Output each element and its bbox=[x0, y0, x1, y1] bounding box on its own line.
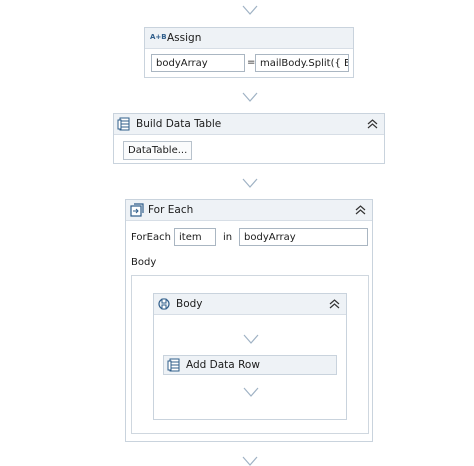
collapse-icon[interactable] bbox=[355, 205, 366, 215]
for-each-activity[interactable]: For Each ForEach item in bodyArray Body … bbox=[125, 199, 373, 442]
body-sequence[interactable]: Body Add Data Row bbox=[153, 293, 347, 420]
for-each-title: For Each bbox=[148, 204, 194, 216]
assign-icon: A+B bbox=[150, 33, 167, 41]
assign-to-field[interactable]: bodyArray bbox=[151, 54, 245, 72]
collapse-icon[interactable] bbox=[367, 119, 378, 129]
foreach-icon bbox=[130, 203, 144, 220]
in-label: in bbox=[223, 232, 233, 243]
build-data-table-header[interactable]: Build Data Table bbox=[114, 114, 384, 135]
collapse-icon[interactable] bbox=[329, 299, 340, 309]
build-data-table-title: Build Data Table bbox=[136, 118, 222, 130]
datatable-icon bbox=[167, 358, 181, 375]
foreach-collection-field[interactable]: bodyArray bbox=[239, 228, 368, 246]
for-each-header[interactable]: For Each bbox=[126, 200, 372, 221]
build-data-table-activity[interactable]: Build Data Table DataTable... bbox=[113, 113, 385, 164]
foreach-item-field[interactable]: item bbox=[174, 228, 216, 246]
assign-title: Assign bbox=[167, 32, 202, 44]
assign-header[interactable]: A+B Assign bbox=[145, 28, 353, 49]
flow-arrow-icon bbox=[242, 456, 258, 466]
assign-value-field[interactable]: mailBody.Split({ En bbox=[255, 54, 349, 72]
flow-arrow-icon bbox=[242, 178, 258, 188]
assign-activity[interactable]: A+B Assign bodyArray = mailBody.Split({ … bbox=[144, 27, 354, 78]
foreach-label: ForEach bbox=[131, 232, 171, 243]
body-sequence-title: Body bbox=[176, 298, 203, 310]
body-label: Body bbox=[131, 257, 157, 268]
flow-arrow-icon bbox=[243, 387, 259, 397]
flow-arrow-icon bbox=[242, 92, 258, 102]
flow-arrow-icon bbox=[243, 334, 259, 344]
body-sequence-header[interactable]: Body bbox=[154, 294, 346, 315]
add-data-row-title: Add Data Row bbox=[186, 359, 260, 371]
datatable-icon bbox=[117, 117, 131, 134]
sequence-icon bbox=[157, 297, 171, 314]
body-container: Body Add Data Row bbox=[131, 275, 369, 434]
datatable-button[interactable]: DataTable... bbox=[123, 141, 193, 160]
add-data-row-activity[interactable]: Add Data Row bbox=[163, 355, 337, 375]
flow-arrow-icon bbox=[242, 5, 258, 15]
